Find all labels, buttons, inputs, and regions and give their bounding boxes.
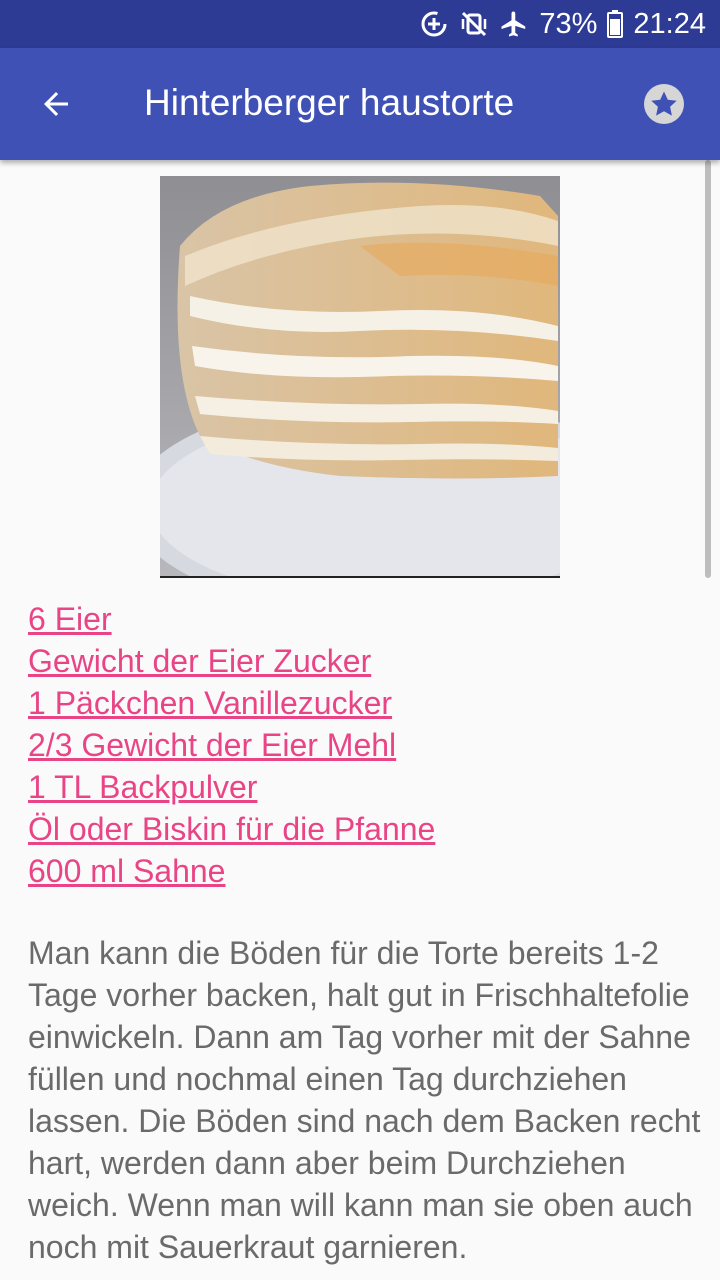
page-title: Hinterberger haustorte (144, 82, 515, 123)
battery-icon (607, 10, 624, 38)
status-icons: 73% 21:24 (419, 0, 706, 48)
cake-photo (160, 176, 560, 576)
data-saver-icon (421, 11, 447, 37)
ingredient-link[interactable]: 600 ml Sahne (28, 850, 688, 892)
clock: 21:24 (633, 7, 706, 40)
status-bar: 73% 21:24 (0, 0, 720, 48)
ingredient-link[interactable]: 6 Eier (28, 598, 688, 640)
recipe-photo (160, 176, 560, 578)
scrollbar[interactable] (705, 160, 711, 578)
vibrate-mute-icon (462, 11, 487, 37)
arrow-back-icon (44, 92, 68, 116)
favorite-button[interactable] (640, 80, 688, 128)
ingredient-list: 6 Eier Gewicht der Eier Zucker 1 Päckche… (28, 598, 688, 892)
recipe-instructions: Man kann die Böden für die Torte bereits… (28, 935, 701, 1265)
airplane-mode-icon (501, 11, 526, 37)
ingredient-link[interactable]: 2/3 Gewicht der Eier Mehl (28, 724, 688, 766)
recipe-content[interactable]: 6 Eier Gewicht der Eier Zucker 1 Päckche… (0, 160, 720, 1280)
battery-percent: 73% (539, 7, 598, 40)
ingredient-link[interactable]: Öl oder Biskin für die Pfanne (28, 808, 688, 850)
back-button[interactable] (26, 74, 86, 134)
ingredient-link[interactable]: 1 TL Backpulver (28, 766, 688, 808)
star-icon (644, 84, 684, 124)
ingredient-link[interactable]: 1 Päckchen Vanillezucker (28, 682, 688, 724)
app-bar: Hinterberger haustorte (0, 48, 720, 160)
ingredient-link[interactable]: Gewicht der Eier Zucker (28, 640, 688, 682)
